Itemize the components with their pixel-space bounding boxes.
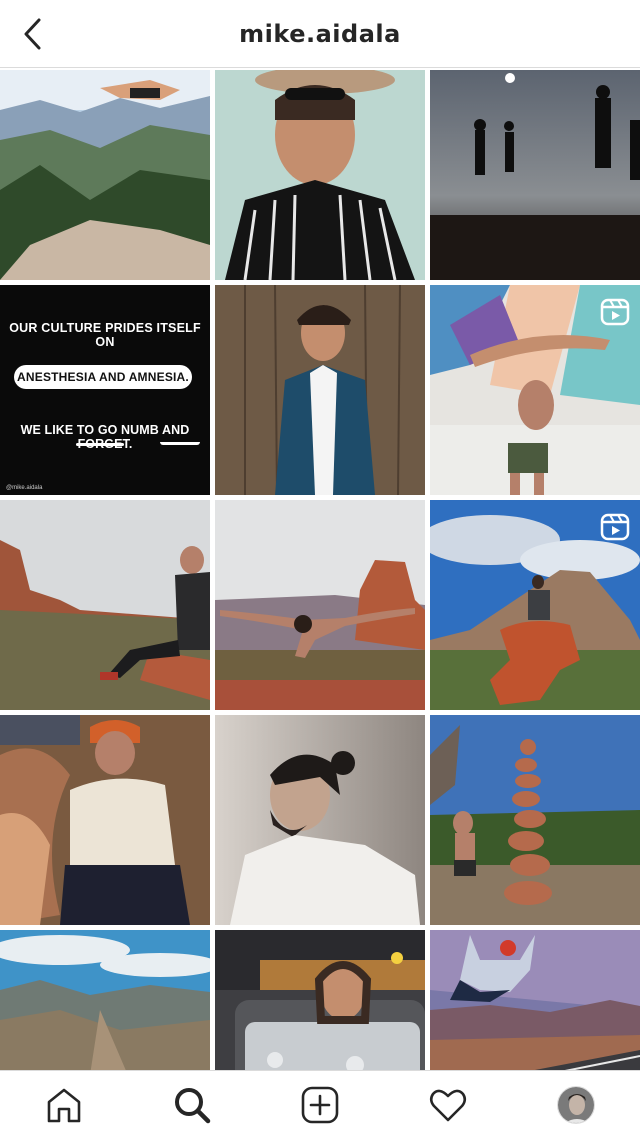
post-tile-jump-mountains[interactable] bbox=[0, 70, 210, 280]
tab-profile[interactable] bbox=[544, 1073, 608, 1137]
add-post-icon bbox=[301, 1086, 339, 1123]
post-tile-yoga-rock[interactable] bbox=[215, 500, 425, 710]
top-header: mike.aidala bbox=[0, 0, 640, 68]
post-tile-sitting-red-rocks[interactable] bbox=[0, 500, 210, 710]
posts-grid: OUR CULTURE PRIDES ITSELF ON ANESTHESIA … bbox=[0, 70, 640, 1138]
reel-icon bbox=[600, 513, 630, 541]
avatar bbox=[557, 1085, 595, 1124]
post-tile-man-bun-profile[interactable] bbox=[215, 715, 425, 925]
tab-search[interactable] bbox=[160, 1073, 224, 1137]
post-tile-rock-blue-sky[interactable] bbox=[430, 500, 640, 710]
search-icon bbox=[175, 1087, 211, 1123]
post-image bbox=[215, 70, 425, 280]
underline-stroke bbox=[160, 442, 200, 445]
post-image bbox=[215, 715, 425, 925]
post-image bbox=[430, 70, 640, 280]
post-image bbox=[215, 500, 425, 710]
quote-line: OUR CULTURE PRIDES ITSELF ON bbox=[9, 321, 201, 349]
chevron-left-icon bbox=[24, 18, 41, 50]
post-tile-cave-beanie[interactable] bbox=[0, 715, 210, 925]
watermark-handle: @mike.aidala bbox=[6, 485, 43, 491]
post-tile-silhouettes-night[interactable] bbox=[430, 70, 640, 280]
post-tile-acro-yoga[interactable] bbox=[430, 285, 640, 495]
post-image bbox=[430, 715, 640, 925]
page-title: mike.aidala bbox=[239, 19, 401, 48]
post-tile-blue-suit[interactable] bbox=[215, 285, 425, 495]
post-image bbox=[0, 715, 210, 925]
tab-create[interactable] bbox=[288, 1073, 352, 1137]
heart-icon bbox=[429, 1089, 467, 1121]
tab-home[interactable] bbox=[32, 1073, 96, 1137]
post-tile-text-quote[interactable]: OUR CULTURE PRIDES ITSELF ON ANESTHESIA … bbox=[0, 285, 210, 495]
quote-line: WE LIKE TO GO NUMB AND FORGET. bbox=[20, 423, 190, 451]
tab-activity[interactable] bbox=[416, 1073, 480, 1137]
post-image bbox=[0, 500, 210, 710]
quote-highlight: ANESTHESIA AND AMNESIA. bbox=[14, 365, 192, 389]
back-button[interactable] bbox=[22, 14, 66, 54]
underline-stroke bbox=[76, 443, 124, 446]
bottom-nav bbox=[0, 1070, 640, 1138]
home-icon bbox=[47, 1088, 81, 1122]
post-image bbox=[215, 285, 425, 495]
post-tile-hat-man[interactable] bbox=[215, 70, 425, 280]
reel-icon bbox=[600, 298, 630, 326]
post-tile-rock-cairn[interactable] bbox=[430, 715, 640, 925]
post-image bbox=[0, 70, 210, 280]
